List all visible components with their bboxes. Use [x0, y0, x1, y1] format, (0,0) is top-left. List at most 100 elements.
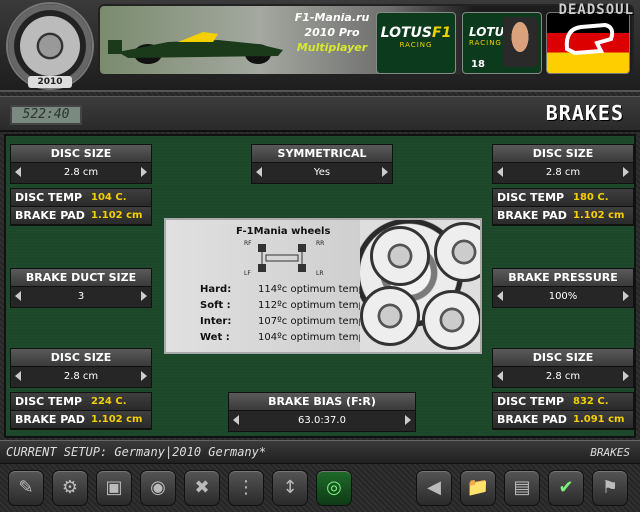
- tyre-name: Inter:: [200, 316, 232, 327]
- setting-control: 100%: [493, 287, 633, 307]
- tyre-name: Hard:: [200, 284, 232, 295]
- increase-arrow-icon[interactable]: [141, 291, 147, 301]
- gears-icon[interactable]: ⚙: [52, 470, 88, 506]
- corner-label-lf: LF: [244, 270, 251, 277]
- brake-pad-label: BRAKE PAD: [15, 413, 85, 426]
- f1-car-icon: [108, 32, 283, 64]
- setting-value: 3: [77, 291, 85, 302]
- suspension-icon[interactable]: ✖: [184, 470, 220, 506]
- rear-left-readout: DISC TEMP 224 C. BRAKE PAD 1.102 cm: [10, 392, 152, 430]
- team-racing: RACING: [399, 41, 433, 49]
- sub-bar: 522:40 BRAKES: [0, 96, 640, 132]
- disc-temp-row: DISC TEMP 104 C.: [11, 189, 151, 207]
- decrease-arrow-icon[interactable]: [256, 167, 262, 177]
- damper-icon[interactable]: ↕: [272, 470, 308, 506]
- track-map-icon: [564, 22, 615, 56]
- setting-control: Yes: [252, 163, 392, 183]
- decrease-arrow-icon[interactable]: [15, 371, 21, 381]
- setting-control: 2.8 cm: [11, 367, 151, 387]
- brake-pad-row: BRAKE PAD 1.102 cm: [11, 411, 151, 429]
- increase-arrow-icon[interactable]: [623, 291, 629, 301]
- bottom-toolbar: ✎ ⚙ ▣ ◉ ✖ ⋮ ↕ ◎ ◀ 📁 ▤ ✔ ⚑: [0, 466, 640, 512]
- folder-icon[interactable]: 📁: [460, 470, 496, 506]
- decrease-arrow-icon[interactable]: [15, 167, 21, 177]
- setting-label: BRAKE PRESSURE: [493, 269, 633, 287]
- corner-label-rr: RR: [316, 240, 325, 247]
- front-left-disc-size: DISC SIZE 2.8 cm: [10, 144, 152, 184]
- setting-control: 3: [11, 287, 151, 307]
- decrease-arrow-icon[interactable]: [497, 371, 503, 381]
- setting-label: DISC SIZE: [11, 349, 151, 367]
- header: 2010 F1-Mania.ru 2010 Pro Multiplayer LO…: [0, 0, 640, 92]
- status-section: BRAKES: [590, 446, 630, 459]
- disc-temp-row: DISC TEMP 180 C.: [493, 189, 633, 207]
- tyre-name: Wet :: [200, 332, 230, 343]
- brake-pad-row: BRAKE PAD 1.091 cm: [493, 411, 633, 429]
- decrease-arrow-icon[interactable]: [497, 167, 503, 177]
- setting-control: 63.0:37.0: [229, 411, 415, 431]
- brake-pad-value: 1.102 cm: [573, 210, 625, 221]
- increase-arrow-icon[interactable]: [623, 371, 629, 381]
- brake-pad-label: BRAKE PAD: [497, 413, 567, 426]
- setting-label: BRAKE BIAS (F:R): [229, 393, 415, 411]
- driver-avatar: [503, 17, 537, 67]
- checkered-flag-icon[interactable]: ⚑: [592, 470, 628, 506]
- disc-temp-label: DISC TEMP: [15, 395, 83, 408]
- tyres-image: [360, 220, 480, 352]
- app-window: 2010 F1-Mania.ru 2010 Pro Multiplayer LO…: [0, 0, 640, 512]
- brakes-panel: DISC SIZE 2.8 cm SYMMETRICAL Yes DISC SI…: [4, 134, 636, 438]
- decrease-arrow-icon[interactable]: [233, 415, 239, 425]
- setting-label: DISC SIZE: [11, 145, 151, 163]
- disc-temp-value: 180 C.: [573, 192, 609, 203]
- increase-arrow-icon[interactable]: [382, 167, 388, 177]
- tyre-row: Soft : 112ºc optimum temp: [200, 300, 365, 311]
- team-f1: F1: [432, 25, 452, 41]
- increase-arrow-icon[interactable]: [623, 167, 629, 177]
- status-bar: CURRENT SETUP: Germany|2010 Germany* BRA…: [0, 440, 640, 464]
- clipboard-icon[interactable]: ✎: [8, 470, 44, 506]
- increase-arrow-icon[interactable]: [141, 371, 147, 381]
- wheels-info-title: F-1Mania wheels: [236, 226, 331, 237]
- tyre-icon: [360, 286, 420, 346]
- app-title: F1-Mania.ru 2010 Pro Multiplayer: [290, 10, 374, 55]
- brake-pad-row: BRAKE PAD 1.102 cm: [11, 207, 151, 225]
- tyre-temp: 107ºc optimum temp: [258, 316, 365, 327]
- session-clock: 522:40: [10, 105, 82, 125]
- app-title-line1: F1-Mania.ru: [294, 11, 370, 24]
- disc-temp-row: DISC TEMP 224 C.: [11, 393, 151, 411]
- wheels-info-panel: F-1Mania wheels RF RR LF LR Hard: 114ºc o…: [164, 218, 482, 354]
- page-title: BRAKES: [545, 101, 624, 125]
- brake-pad-label: BRAKE PAD: [497, 209, 567, 222]
- tyre-icon[interactable]: ◉: [140, 470, 176, 506]
- increase-arrow-icon[interactable]: [141, 167, 147, 177]
- notes-icon[interactable]: ▤: [504, 470, 540, 506]
- back-arrow-icon[interactable]: ◀: [416, 470, 452, 506]
- setting-value: 2.8 cm: [63, 167, 99, 178]
- corner-label-rf: RF: [244, 240, 252, 247]
- decrease-arrow-icon[interactable]: [497, 291, 503, 301]
- setting-value: 2.8 cm: [63, 371, 99, 382]
- tyre-temp: 112ºc optimum temp: [258, 300, 365, 311]
- brake-pad-row: BRAKE PAD 1.102 cm: [493, 207, 633, 225]
- car-icon[interactable]: ▣: [96, 470, 132, 506]
- spring-icon[interactable]: ⋮: [228, 470, 264, 506]
- disc-temp-label: DISC TEMP: [15, 191, 83, 204]
- rear-right-disc-size: DISC SIZE 2.8 cm: [492, 348, 634, 388]
- rear-right-readout: DISC TEMP 832 C. BRAKE PAD 1.091 cm: [492, 392, 634, 430]
- tyre-icon: [370, 226, 430, 286]
- increase-arrow-icon[interactable]: [405, 415, 411, 425]
- team-name: LOTUS: [380, 25, 432, 41]
- current-setup: CURRENT SETUP: Germany|2010 Germany*: [6, 445, 267, 459]
- front-left-readout: DISC TEMP 104 C. BRAKE PAD 1.102 cm: [10, 188, 152, 226]
- setting-control: 2.8 cm: [493, 163, 633, 183]
- wrench-icon[interactable]: ✔: [548, 470, 584, 506]
- disc-temp-label: DISC TEMP: [497, 395, 565, 408]
- setting-value: 2.8 cm: [545, 371, 581, 382]
- brake-pad-value: 1.102 cm: [91, 414, 143, 425]
- logo-year: 2010: [28, 76, 72, 88]
- decrease-arrow-icon[interactable]: [15, 291, 21, 301]
- disc-temp-row: DISC TEMP 832 C.: [493, 393, 633, 411]
- tyre-temp: 114ºc optimum temp: [258, 284, 365, 295]
- brake-disc-icon[interactable]: ◎: [316, 470, 352, 506]
- symmetrical-toggle: SYMMETRICAL Yes: [251, 144, 393, 184]
